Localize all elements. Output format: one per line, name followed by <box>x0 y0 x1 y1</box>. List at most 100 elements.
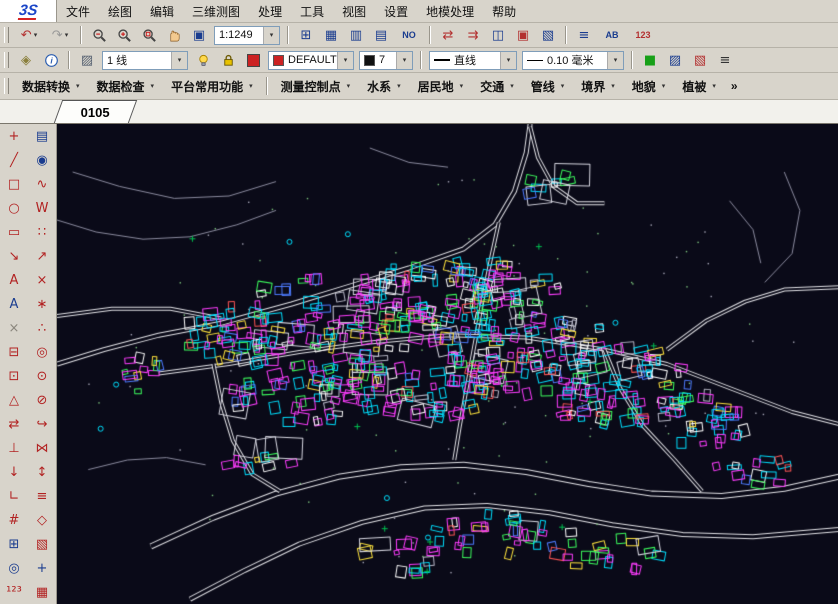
lock-icon[interactable] <box>216 49 240 71</box>
letter-w-icon[interactable]: W <box>28 196 56 220</box>
cass-residential[interactable]: 居民地▾ <box>410 74 472 98</box>
zoom-extents-icon[interactable]: ▣ <box>187 24 211 46</box>
double-arrows-icon[interactable]: ⇉ <box>461 24 485 46</box>
zoom-window-icon[interactable] <box>137 24 161 46</box>
toolbar-overflow-chevron[interactable]: » <box>725 74 744 98</box>
arrow-down-icon[interactable]: ↓ <box>0 460 28 484</box>
menu-file[interactable]: 文件 <box>57 0 99 22</box>
lineweight-combo[interactable]: 0.10 毫米▾ <box>522 51 624 70</box>
undo-icon[interactable]: ↶▾ <box>14 24 44 46</box>
menu-lines-icon[interactable]: ≡ <box>713 49 737 71</box>
cass-control-points[interactable]: 测量控制点▾ <box>273 74 359 98</box>
cells-icon[interactable]: ▥ <box>344 24 368 46</box>
menu-tools[interactable]: 工具 <box>291 0 333 22</box>
layer-edit-icon[interactable]: ▨ <box>75 49 99 71</box>
scale-combo-dropdown-button[interactable]: ▾ <box>263 27 279 44</box>
scale-combo[interactable]: 1:1249▾ <box>214 26 280 45</box>
cass-data-check[interactable]: 数据检查▾ <box>89 74 163 98</box>
zoom-out-icon[interactable] <box>87 24 111 46</box>
undo-icon-dropdown-arrow[interactable]: ▾ <box>34 31 38 39</box>
diamond-icon[interactable]: ◇ <box>28 508 56 532</box>
cass-platform-functions[interactable]: 平台常用功能▾ <box>163 74 261 98</box>
layers-diamond-icon[interactable]: ◈ <box>14 49 38 71</box>
cross-gray-icon[interactable]: × <box>0 316 28 340</box>
table-icon[interactable]: ▦ <box>319 24 343 46</box>
pen-combo[interactable]: 7▾ <box>359 51 413 70</box>
arrow-ne-icon[interactable]: ↗ <box>28 244 56 268</box>
triple-bar-icon[interactable]: ≡ <box>572 24 596 46</box>
cass-traffic[interactable]: 交通▾ <box>472 74 522 98</box>
menu-3d-mapping[interactable]: 三维测图 <box>183 0 249 22</box>
linetype-combo-dropdown-button[interactable]: ▾ <box>500 52 516 69</box>
grid-square-icon[interactable]: ▦ <box>28 580 56 604</box>
cass-water-system[interactable]: 水系▾ <box>359 74 409 98</box>
pan-hand-icon[interactable] <box>162 24 186 46</box>
cass-landform[interactable]: 地貌▾ <box>624 74 674 98</box>
menu-terrain-model[interactable]: 地模处理 <box>417 0 483 22</box>
hatch-icon[interactable]: ▧ <box>28 532 56 556</box>
circle-icon[interactable]: ○ <box>0 196 28 220</box>
circled-dot-icon[interactable]: ⊙ <box>28 364 56 388</box>
clipboard-icon[interactable]: ▤ <box>28 124 56 148</box>
cass-vegetation[interactable]: 植被▾ <box>674 74 724 98</box>
info-icon[interactable]: i <box>39 49 63 71</box>
flat-rect-icon[interactable]: ▭ <box>0 220 28 244</box>
color-combo[interactable]: DEFAULT▾ <box>268 51 354 70</box>
hatch-layers-icon[interactable]: ▧ <box>536 24 560 46</box>
hatch-square-icon[interactable]: ▨ <box>663 49 687 71</box>
zoom-in-icon[interactable] <box>112 24 136 46</box>
map-canvas[interactable] <box>57 124 838 604</box>
triple-bar-icon[interactable]: ≡ <box>28 484 56 508</box>
menu-help[interactable]: 帮助 <box>483 0 525 22</box>
cass-boundary[interactable]: 境界▾ <box>573 74 623 98</box>
menu-view[interactable]: 视图 <box>333 0 375 22</box>
redo-icon-dropdown-arrow[interactable]: ▾ <box>65 31 69 39</box>
slashed-circle-icon[interactable]: ⊘ <box>28 388 56 412</box>
bulb-icon[interactable] <box>191 49 215 71</box>
sheet-icon[interactable]: ▤ <box>369 24 393 46</box>
grid-icon[interactable]: ⊞ <box>294 24 318 46</box>
dots-icon[interactable]: ∷ <box>28 220 56 244</box>
cross-icon[interactable]: × <box>28 268 56 292</box>
layer-combo[interactable]: 1 线▾ <box>102 51 188 70</box>
boxed-dot-icon[interactable]: ⊡ <box>0 364 28 388</box>
chart-grid-icon[interactable]: ▧ <box>688 49 712 71</box>
color-swatch-icon[interactable] <box>241 49 265 71</box>
no-icon[interactable]: NO <box>394 24 424 46</box>
spline-icon[interactable]: ∿ <box>28 172 56 196</box>
numbers-123-icon[interactable]: 123 <box>628 24 658 46</box>
pen-combo-dropdown-button[interactable]: ▾ <box>396 52 412 69</box>
menu-draw[interactable]: 绘图 <box>99 0 141 22</box>
boxed-minus-icon[interactable]: ⊟ <box>0 340 28 364</box>
lineweight-combo-dropdown-button[interactable]: ▾ <box>607 52 623 69</box>
menu-settings[interactable]: 设置 <box>375 0 417 22</box>
globe-icon[interactable]: ◉ <box>28 148 56 172</box>
boxed-plus-icon[interactable]: ⊞ <box>0 532 28 556</box>
cass-data-convert[interactable]: 数据转换▾ <box>14 74 88 98</box>
hook-arrow-icon[interactable]: ↪ <box>28 412 56 436</box>
text-ab-icon[interactable]: AB <box>597 24 627 46</box>
rect-icon[interactable]: □ <box>0 172 28 196</box>
perpendicular-icon[interactable]: ⊥ <box>0 436 28 460</box>
text-a-icon[interactable]: A <box>0 268 28 292</box>
text-a-blue-icon[interactable]: A <box>0 292 28 316</box>
color-combo-dropdown-button[interactable]: ▾ <box>337 52 353 69</box>
filled-square-icon[interactable]: ▣ <box>511 24 535 46</box>
arrow-updown-icon[interactable]: ↕ <box>28 460 56 484</box>
swap-arrows-icon[interactable]: ⇄ <box>436 24 460 46</box>
plus-blue-icon[interactable]: + <box>28 556 56 580</box>
menu-process[interactable]: 处理 <box>249 0 291 22</box>
target-icon[interactable]: ◎ <box>0 556 28 580</box>
overlap-squares-icon[interactable]: ◫ <box>486 24 510 46</box>
move-cross-icon[interactable]: + <box>0 124 28 148</box>
bullseye-icon[interactable]: ◎ <box>28 340 56 364</box>
cass-pipeline[interactable]: 管线▾ <box>523 74 573 98</box>
triangle-icon[interactable]: △ <box>0 388 28 412</box>
arrow-se-icon[interactable]: ↘ <box>0 244 28 268</box>
green-cube-icon[interactable]: ■ <box>638 49 662 71</box>
layer-combo-dropdown-button[interactable]: ▾ <box>171 52 187 69</box>
drawing-tab[interactable]: 0105 <box>54 100 137 123</box>
menu-edit[interactable]: 编辑 <box>141 0 183 22</box>
swap-arrows-icon[interactable]: ⇄ <box>0 412 28 436</box>
line-icon[interactable]: ╱ <box>0 148 28 172</box>
